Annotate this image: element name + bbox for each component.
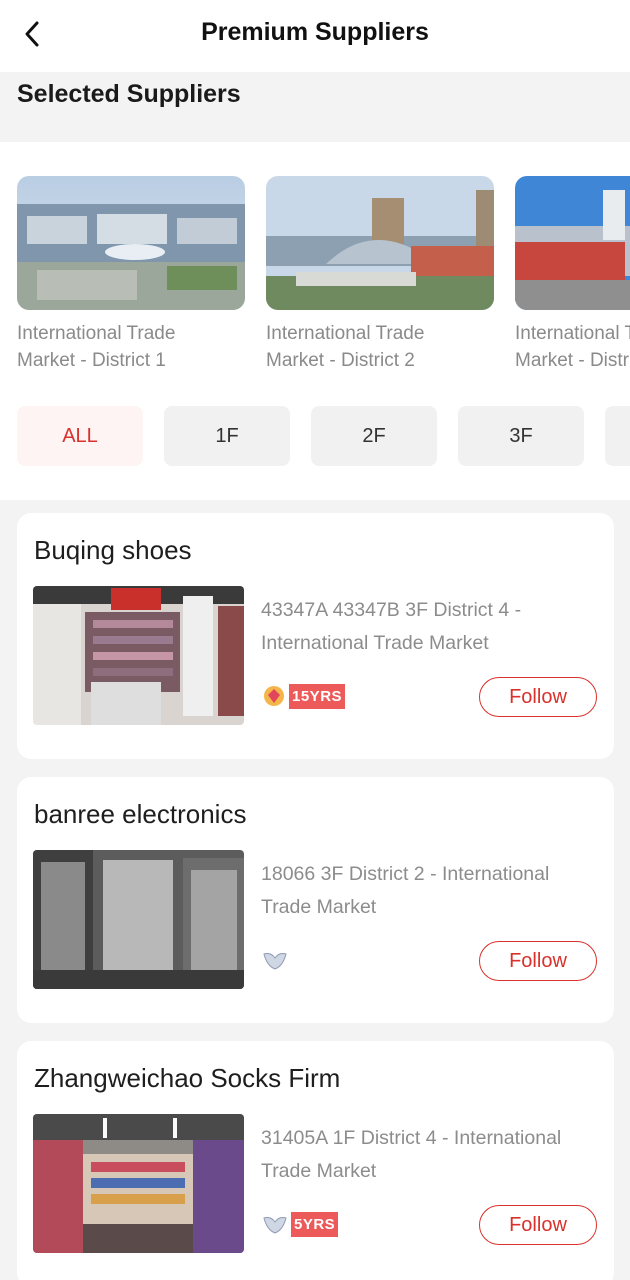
market-name: International Trade Market - District 2 — [266, 323, 425, 371]
store-photo — [33, 1114, 244, 1253]
years-badge: 15YRS — [289, 683, 346, 709]
supplier-badges — [261, 946, 289, 974]
store-photo — [33, 850, 244, 989]
store-photo — [33, 586, 244, 725]
follow-button[interactable]: Follow — [479, 677, 597, 717]
supplier-card[interactable]: banree electronics 18066 3F District 2 -… — [17, 777, 614, 1023]
wing-badge-icon — [263, 1217, 287, 1234]
market-card-district-1[interactable]: International Trade Market - District 1 — [17, 176, 245, 374]
wing-badge-icon — [263, 953, 287, 970]
supplier-badges: 5YRS — [261, 1210, 339, 1238]
section-title: Selected Suppliers — [17, 80, 241, 108]
supplier-badges: 15YRS — [261, 682, 346, 710]
market-card-district-3[interactable]: International Trade Market - District 3 — [515, 176, 630, 374]
supplier-name: Zhangweichao Socks Firm — [34, 1063, 341, 1093]
floor-tab-all[interactable]: ALL — [17, 406, 143, 466]
page-title: Premium Suppliers — [201, 18, 429, 46]
floor-tab-4f[interactable]: 4F — [605, 406, 630, 466]
crown-medal-icon — [264, 686, 284, 706]
floor-tab-1f[interactable]: 1F — [164, 406, 290, 466]
markets-panel: International Trade Market - District 1 … — [0, 142, 630, 500]
market-name: International Trade Market - District 3 — [515, 323, 630, 371]
floor-tab-3f[interactable]: 3F — [458, 406, 584, 466]
supplier-name: banree electronics — [34, 799, 247, 829]
floor-tab-2f[interactable]: 2F — [311, 406, 437, 466]
top-bar: Premium Suppliers — [0, 0, 630, 72]
market-name: International Trade Market - District 1 — [17, 323, 176, 371]
market-card-district-2[interactable]: International Trade Market - District 2 — [266, 176, 494, 374]
market-photo — [17, 176, 245, 310]
supplier-address: 43347A 43347B 3F District 4 - Internatio… — [261, 599, 522, 654]
supplier-name: Buqing shoes — [34, 535, 192, 565]
supplier-address: 18066 3F District 2 - International Trad… — [261, 863, 550, 918]
supplier-address: 31405A 1F District 4 - International Tra… — [261, 1127, 562, 1182]
follow-button[interactable]: Follow — [479, 1205, 597, 1245]
years-badge: 5YRS — [291, 1211, 339, 1237]
supplier-card[interactable]: Zhangweichao Socks Firm 31405A 1F Distri… — [17, 1041, 614, 1280]
market-photo — [515, 176, 630, 310]
supplier-card[interactable]: Buqing shoes 43347A 43347B 3F District 4… — [17, 513, 614, 759]
follow-button[interactable]: Follow — [479, 941, 597, 981]
market-photo — [266, 176, 494, 310]
